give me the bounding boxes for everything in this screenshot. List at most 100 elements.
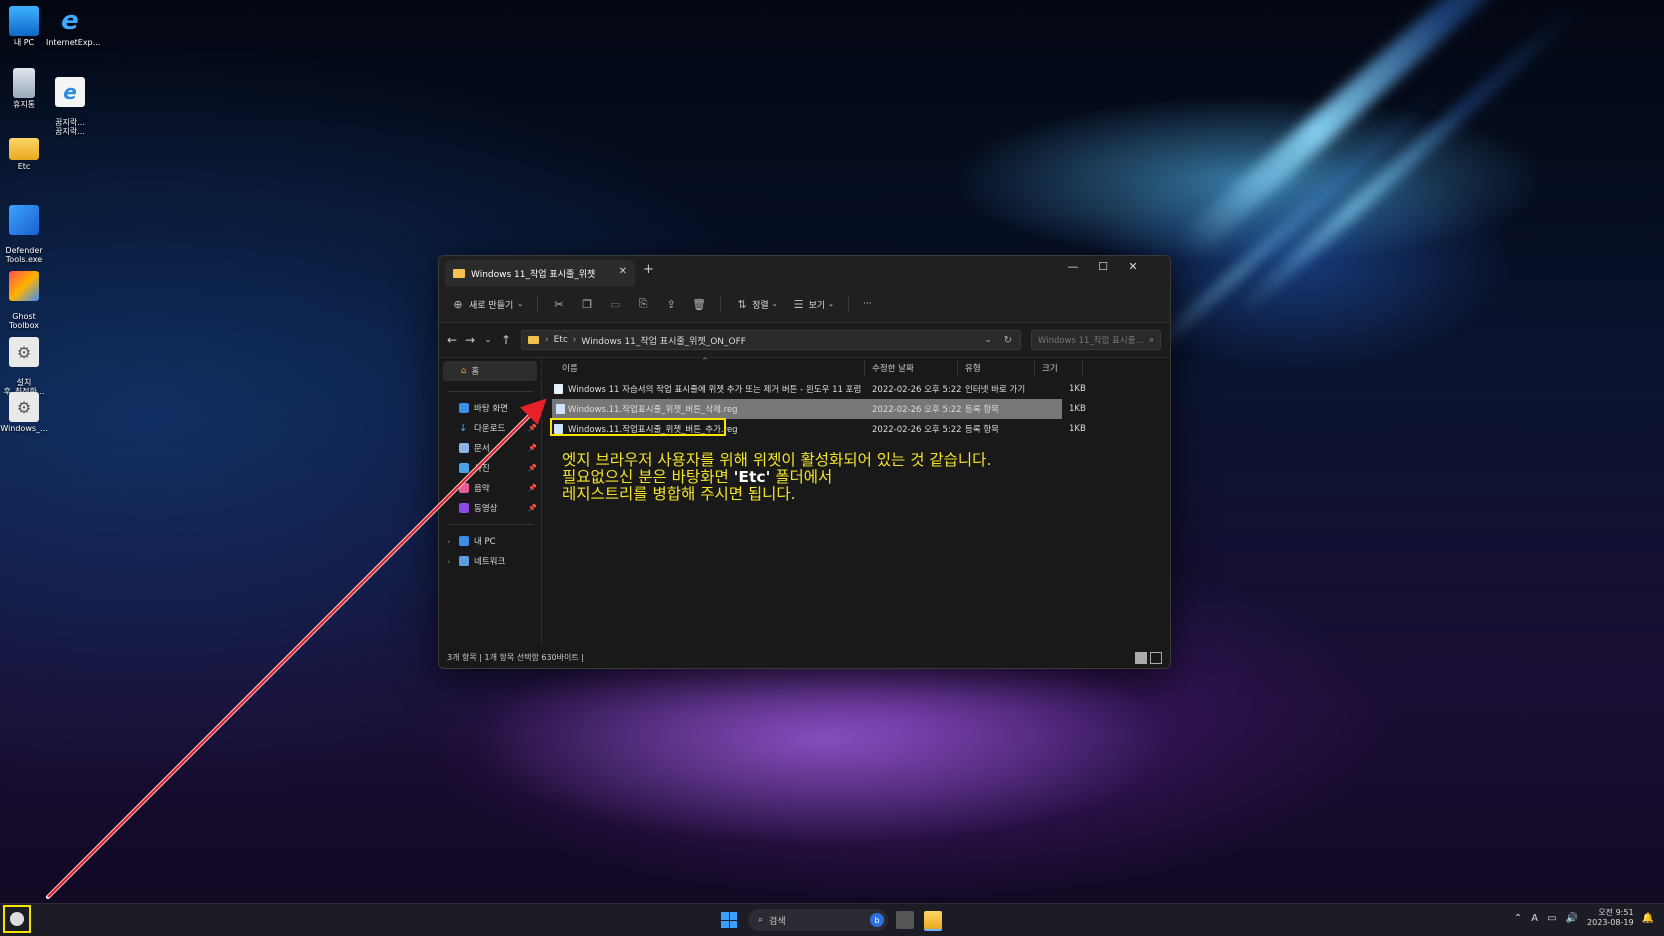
breadcrumb-current-folder[interactable]: Windows 11_작업 표시줄_위젯_ON_OFF xyxy=(581,334,746,347)
column-header-size[interactable]: 크기 xyxy=(1042,362,1058,374)
desktop-icon-windows-file[interactable]: ⚙ Windows_... xyxy=(0,392,48,433)
pin-icon: 📌 xyxy=(528,464,537,472)
column-header-type[interactable]: 유형 xyxy=(965,362,981,374)
divider xyxy=(447,524,533,525)
recycle-bin-icon xyxy=(13,68,35,98)
tab-title: Windows 11_작업 표시줄_위젯 xyxy=(471,269,596,280)
clock[interactable]: 오전 9:51 2023-08-19 xyxy=(1587,908,1634,928)
search-box[interactable]: Windows 11_작업 표시줄... ⌕ xyxy=(1031,330,1161,350)
view-button[interactable]: ☰ 보기 ⌄ xyxy=(792,297,834,311)
tiles-view-icon[interactable] xyxy=(1150,652,1162,664)
forward-arrow-icon[interactable]: → xyxy=(461,333,479,347)
close-window-button[interactable]: ✕ xyxy=(1119,260,1147,273)
desktop-icon xyxy=(459,403,469,413)
close-tab-icon[interactable]: ✕ xyxy=(619,266,627,277)
desktop-icon-this-pc[interactable]: 내 PC xyxy=(0,6,48,47)
sidebar-item-network[interactable]: › 네트워크 xyxy=(439,551,541,571)
sort-icon: ⇅ xyxy=(737,297,747,311)
desktop-icon-recycle-bin[interactable]: 휴지통 xyxy=(0,68,48,109)
maximize-button[interactable]: ☐ xyxy=(1089,260,1117,273)
folder-icon xyxy=(453,268,465,278)
new-button[interactable]: ⊕ 새로 만들기 ⌄ xyxy=(451,297,523,311)
column-divider[interactable] xyxy=(957,361,958,375)
notification-icon[interactable]: 🔔 xyxy=(1642,913,1654,924)
gear-icon: ⚙ xyxy=(9,392,39,422)
desktop-icon-shortcut[interactable]: e 꿈지락... 꿈지락... xyxy=(46,68,94,145)
column-header-name[interactable]: 이름 xyxy=(562,362,578,374)
annotation-note: 엣지 브라우저 사용자를 위해 위젯이 활성화되어 있는 것 같습니다. 필요없… xyxy=(562,452,991,503)
address-row: ← → ⌄ ↑ › Etc › Windows 11_작업 표시줄_위젯_ON_… xyxy=(439,323,1170,358)
sort-button[interactable]: ⇅ 정렬 ⌄ xyxy=(735,297,778,311)
column-divider[interactable] xyxy=(1034,361,1035,375)
copy-icon: ❐ xyxy=(582,297,593,311)
file-row[interactable]: Windows 11 자습서의 작업 표시줄에 위젯 추가 또는 제거 버튼 -… xyxy=(542,379,1170,399)
delete-button[interactable]: 🗑 xyxy=(692,297,706,311)
file-row-selected[interactable]: Windows.11.작업표시줄_위젯_버튼_삭제.reg 2022-02-26… xyxy=(552,399,1086,419)
trash-icon: 🗑 xyxy=(692,297,707,311)
explorer-tab[interactable]: Windows 11_작업 표시줄_위젯 ✕ xyxy=(445,260,635,286)
volume-icon[interactable]: 🔊 xyxy=(1566,913,1578,924)
scissors-icon: ✂ xyxy=(554,297,564,311)
picture-icon xyxy=(459,463,469,473)
chevron-right-icon[interactable]: › xyxy=(447,557,450,566)
up-arrow-icon[interactable]: ↑ xyxy=(497,333,515,347)
desktop-icon-etc-folder[interactable]: Etc xyxy=(0,134,48,171)
cut-button[interactable]: ✂ xyxy=(552,297,566,311)
desktop-icon-internet-explorer[interactable]: e InternetExp... xyxy=(46,6,100,48)
pin-icon: 📌 xyxy=(528,504,537,512)
music-icon xyxy=(459,483,469,493)
back-arrow-icon[interactable]: ← xyxy=(443,333,461,347)
chevron-down-icon: ⌄ xyxy=(771,300,778,308)
chevron-right-icon[interactable]: › xyxy=(447,537,450,546)
breadcrumb-etc[interactable]: Etc xyxy=(554,335,568,345)
address-bar[interactable]: › Etc › Windows 11_작업 표시줄_위젯_ON_OFF ⌄ ↻ xyxy=(521,330,1021,350)
monitor-icon xyxy=(459,536,469,546)
sidebar-item-documents[interactable]: 문서 📌 xyxy=(439,438,541,458)
sidebar-item-videos[interactable]: 동영상 📌 xyxy=(439,498,541,518)
file-explorer-taskbar-icon[interactable] xyxy=(924,911,942,931)
sidebar-item-pictures[interactable]: 사진 📌 xyxy=(439,458,541,478)
column-header-date[interactable]: 수정한 날짜 xyxy=(872,362,914,374)
sidebar-item-home[interactable]: ⌂ 홈 xyxy=(443,361,537,381)
sort-up-icon: ^ xyxy=(702,357,708,365)
list-view-icon: ☰ xyxy=(793,297,804,311)
sidebar-item-this-pc[interactable]: › 내 PC xyxy=(439,531,541,551)
chevron-down-icon: ⌄ xyxy=(828,300,835,308)
bing-icon: b xyxy=(870,913,884,927)
sidebar-item-downloads[interactable]: ↓ 다운로드 📌 xyxy=(439,418,541,438)
divider xyxy=(537,296,539,312)
share-icon: ⇪ xyxy=(666,297,676,311)
shield-icon xyxy=(9,205,39,235)
search-placeholder: Windows 11_작업 표시줄... xyxy=(1038,336,1144,346)
internet-shortcut-icon: e xyxy=(55,77,85,107)
chevron-down-icon[interactable]: ⌄ xyxy=(984,335,992,345)
start-button[interactable] xyxy=(721,912,737,928)
column-divider[interactable] xyxy=(864,361,865,375)
rename-icon: ⎘ xyxy=(638,297,648,310)
file-explorer-window: Windows 11_작업 표시줄_위젯 ✕ + — ☐ ✕ ⊕ 새로 만들기 … xyxy=(438,255,1171,669)
search-icon: ⌕ xyxy=(1149,335,1154,345)
new-tab-button[interactable]: + xyxy=(643,262,654,277)
task-view-icon[interactable] xyxy=(896,911,914,929)
details-view-icon[interactable] xyxy=(1135,652,1147,664)
network-icon[interactable]: ▭ xyxy=(1547,913,1556,924)
paste-button[interactable]: ▭ xyxy=(608,297,622,311)
gear-icon: ⚙ xyxy=(9,337,39,367)
rename-button[interactable]: ⎘ xyxy=(636,297,650,311)
minimize-button[interactable]: — xyxy=(1059,260,1087,273)
sidebar-item-desktop[interactable]: 바탕 화면 📌 xyxy=(439,398,541,418)
recent-chevron-icon[interactable]: ⌄ xyxy=(479,335,497,345)
sidebar-item-music[interactable]: 음악 📌 xyxy=(439,478,541,498)
chevron-up-icon[interactable]: ⌃ xyxy=(1514,913,1522,924)
pin-icon: 📌 xyxy=(528,404,537,412)
column-headers: 이름 ^ 수정한 날짜 유형 크기 xyxy=(542,357,1170,379)
taskbar-search[interactable]: ⌕ 검색 b xyxy=(748,909,888,931)
widgets-button[interactable] xyxy=(3,905,31,933)
share-button[interactable]: ⇪ xyxy=(664,297,678,311)
column-divider[interactable] xyxy=(1082,361,1083,375)
input-method-icon[interactable]: A xyxy=(1531,913,1538,924)
copy-button[interactable]: ❐ xyxy=(580,297,594,311)
internet-shortcut-icon xyxy=(554,384,563,394)
refresh-icon[interactable]: ↻ xyxy=(1004,335,1012,346)
more-options-button[interactable]: ··· xyxy=(863,299,872,309)
